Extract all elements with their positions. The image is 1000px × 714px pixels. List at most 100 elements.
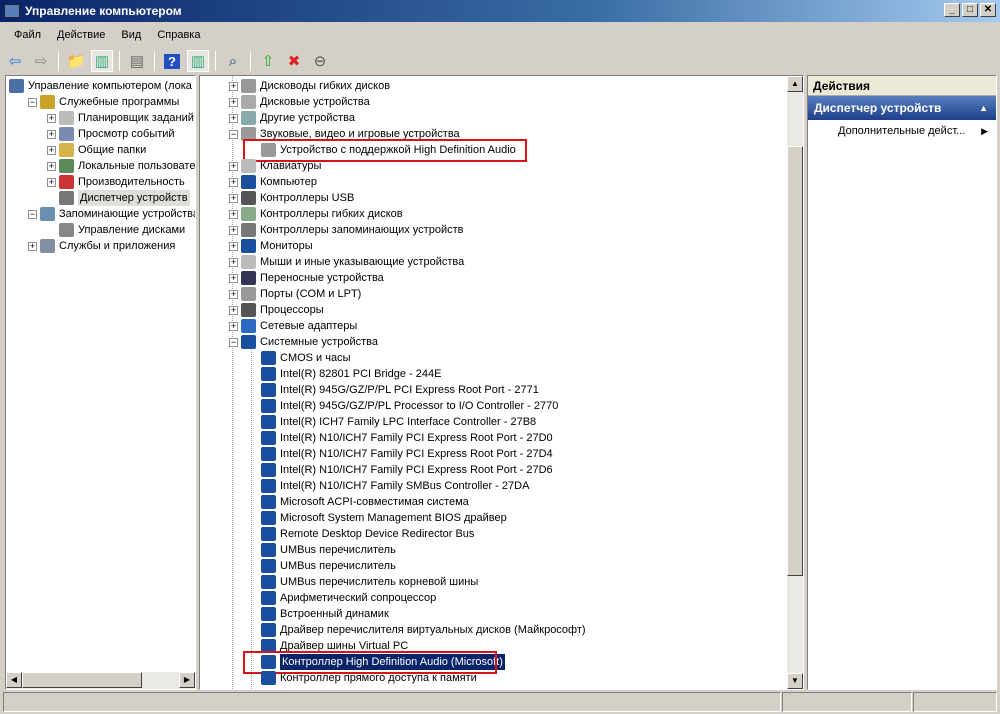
forward-button[interactable]: ⇨ [30, 50, 52, 72]
tree-item[interactable]: Microsoft System Management BIOS драйвер [249, 510, 507, 526]
expand-icon[interactable]: + [47, 145, 56, 155]
tree-item[interactable]: + Контроллеры гибких дисков [229, 206, 403, 222]
tree-item[interactable]: + Производительность [47, 174, 185, 190]
tree-item[interactable]: + Просмотр событий [47, 126, 175, 142]
expand-icon[interactable]: + [229, 257, 238, 267]
show-hide-action-pane-icon: ▥ [190, 53, 206, 70]
update-driver-button[interactable]: ⇧ [257, 50, 279, 72]
expand-icon[interactable]: + [229, 177, 238, 187]
maximize-button[interactable]: □ [962, 3, 978, 17]
close-button[interactable]: ✕ [980, 3, 996, 17]
tree-item[interactable]: Intel(R) 945G/GZ/P/PL PCI Express Root P… [249, 382, 539, 398]
vertical-scrollbar[interactable]: ▲ ▼ [787, 76, 803, 689]
tree-item[interactable]: Управление компьютером (лока [9, 78, 192, 94]
help-button[interactable]: ? [161, 50, 183, 72]
scroll-thumb[interactable] [787, 146, 803, 576]
minimize-button[interactable]: _ [944, 3, 960, 17]
expand-icon[interactable]: + [229, 81, 238, 91]
tree-item[interactable]: + Мониторы [229, 238, 313, 254]
tree-item[interactable]: Microsoft ACPI-совместимая система [249, 494, 469, 510]
tree-item[interactable]: + Службы и приложения [28, 238, 175, 254]
expand-icon[interactable]: + [28, 241, 37, 251]
tree-item[interactable]: Арифметический сопроцессор [249, 590, 436, 606]
tree-item[interactable]: − Служебные программы [28, 94, 179, 110]
tree-item[interactable]: + Дисководы гибких дисков [229, 78, 390, 94]
tree-item[interactable]: + Компьютер [229, 174, 317, 190]
collapse-icon[interactable]: − [28, 97, 37, 107]
scan-hardware-button[interactable]: ⌕ [222, 50, 244, 72]
tree-item[interactable]: + Контроллеры USB [229, 190, 354, 206]
tree-item[interactable]: − Системные устройства [229, 334, 378, 350]
tree-item[interactable]: Intel(R) 82801 PCI Bridge - 244E [249, 366, 441, 382]
scroll-left-button[interactable]: ◀ [6, 672, 22, 688]
tree-item[interactable]: − Запоминающие устройства [28, 206, 195, 222]
expand-icon[interactable]: + [47, 161, 56, 171]
menu-help[interactable]: Справка [149, 29, 208, 41]
tree-item[interactable]: Intel(R) N10/ICH7 Family SMBus Controlle… [249, 478, 529, 494]
uninstall-button[interactable]: ✖ [283, 50, 305, 72]
tree-item[interactable]: + Контроллеры запоминающих устройств [229, 222, 463, 238]
scroll-thumb[interactable] [22, 672, 142, 688]
tree-item[interactable]: UMBus перечислитель [249, 542, 396, 558]
tree-item[interactable]: + Переносные устройства [229, 270, 384, 286]
horizontal-scrollbar[interactable]: ◀ ▶ [6, 672, 195, 689]
tree-item[interactable]: CMOS и часы [249, 350, 351, 366]
tree-item[interactable]: + Сетевые адаптеры [229, 318, 357, 334]
tree-item[interactable]: Intel(R) N10/ICH7 Family PCI Express Roo… [249, 462, 553, 478]
expand-icon[interactable]: + [229, 305, 238, 315]
collapse-icon[interactable]: − [229, 129, 238, 139]
tree-item[interactable]: + Общие папки [47, 142, 146, 158]
properties-button[interactable]: ▤ [126, 50, 148, 72]
actions-section-device-manager[interactable]: Диспетчер устройств ▲ [808, 96, 996, 120]
tree-item[interactable]: + Порты (COM и LPT) [229, 286, 361, 302]
show-hide-tree-button[interactable]: ▥ [91, 50, 113, 72]
tree-item[interactable]: Intel(R) N10/ICH7 Family PCI Express Roo… [249, 446, 553, 462]
expand-icon[interactable]: + [229, 161, 238, 171]
tree-item[interactable]: Intel(R) ICH7 Family LPC Interface Contr… [249, 414, 536, 430]
tree-item[interactable]: Remote Desktop Device Redirector Bus [249, 526, 474, 542]
tree-item[interactable]: + Клавиатуры [229, 158, 321, 174]
tree-item[interactable]: Встроенный динамик [249, 606, 389, 622]
expand-icon[interactable]: + [229, 273, 238, 283]
tree-item[interactable]: Intel(R) 945G/GZ/P/PL Processor to I/O C… [249, 398, 558, 414]
tree-item[interactable]: Управление дисками [47, 222, 185, 238]
scroll-up-button[interactable]: ▲ [787, 76, 803, 92]
menu-action[interactable]: Действие [49, 29, 113, 41]
expand-icon[interactable]: + [229, 209, 238, 219]
scroll-down-button[interactable]: ▼ [787, 673, 803, 689]
expand-icon[interactable]: + [229, 321, 238, 331]
tree-item[interactable]: Драйвер перечислителя виртуальных дисков… [249, 622, 586, 638]
tree-item[interactable]: + Локальные пользовател [47, 158, 195, 174]
tree-item[interactable]: Диспетчер устройств [47, 190, 190, 206]
tree-item[interactable]: + Планировщик заданий [47, 110, 194, 126]
expand-icon[interactable]: + [47, 113, 56, 123]
expand-icon[interactable]: + [229, 193, 238, 203]
expand-icon[interactable]: + [229, 113, 238, 123]
collapse-icon[interactable]: ▲ [979, 103, 988, 113]
expand-icon[interactable]: + [229, 225, 238, 235]
tree-item[interactable]: Intel(R) N10/ICH7 Family PCI Express Roo… [249, 430, 553, 446]
tree-item[interactable]: Контроллер прямого доступа к памяти [249, 670, 477, 686]
back-button[interactable]: ⇦ [4, 50, 26, 72]
expand-icon[interactable]: + [229, 241, 238, 251]
tree-item[interactable]: UMBus перечислитель [249, 558, 396, 574]
tree-item[interactable]: + Процессоры [229, 302, 324, 318]
collapse-icon[interactable]: − [28, 209, 37, 219]
expand-icon[interactable]: + [229, 97, 238, 107]
up-folder-button[interactable]: 📁 [65, 50, 87, 72]
show-hide-action-pane-button[interactable]: ▥ [187, 50, 209, 72]
collapse-icon[interactable]: − [229, 337, 238, 347]
actions-header: Действия [808, 76, 996, 96]
expand-icon[interactable]: + [47, 177, 56, 187]
tree-item[interactable]: + Другие устройства [229, 110, 355, 126]
scroll-right-button[interactable]: ▶ [179, 672, 195, 688]
expand-icon[interactable]: + [229, 289, 238, 299]
tree-item[interactable]: UMBus перечислитель корневой шины [249, 574, 478, 590]
menu-view[interactable]: Вид [113, 29, 149, 41]
disable-button[interactable]: ⊖ [309, 50, 331, 72]
expand-icon[interactable]: + [47, 129, 56, 139]
more-actions-item[interactable]: Дополнительные дейст... ▶ [808, 120, 996, 142]
tree-item[interactable]: + Мыши и иные указывающие устройства [229, 254, 464, 270]
menu-file[interactable]: Файл [6, 29, 49, 41]
tree-item[interactable]: + Дисковые устройства [229, 94, 370, 110]
